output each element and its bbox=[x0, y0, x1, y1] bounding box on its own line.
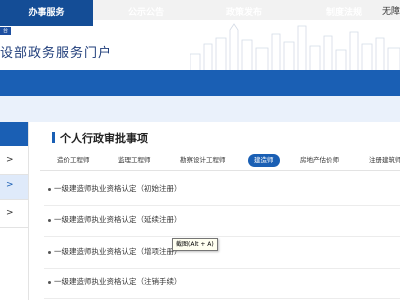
nav-item-announcements[interactable]: 公示公告 bbox=[100, 0, 192, 26]
city-skyline-illustration bbox=[190, 23, 400, 70]
tab-cost-engineer[interactable]: 造价工程师 bbox=[57, 154, 90, 167]
tab-constructor[interactable]: 建造师 bbox=[248, 154, 280, 167]
tab-supervision-engineer[interactable]: 监理工程师 bbox=[118, 154, 151, 167]
section-title: 个人行政审批事项 bbox=[60, 132, 148, 145]
nav-item-policy-release[interactable]: 政策发布 bbox=[198, 0, 290, 26]
screenshot-tooltip: 截图(Alt + A) bbox=[172, 238, 218, 251]
bullet-icon bbox=[48, 281, 51, 284]
tab-registered-architect[interactable]: 注册建筑师 bbox=[369, 154, 400, 167]
chevron-right-icon: > bbox=[6, 208, 14, 218]
sidebar-item-1[interactable]: > bbox=[0, 150, 28, 175]
sidebar-header bbox=[0, 122, 28, 146]
bullet-icon bbox=[48, 219, 51, 222]
section-marker bbox=[52, 132, 55, 143]
site-header: 台 设部政务服务门户 bbox=[0, 20, 400, 70]
bullet-icon bbox=[48, 251, 51, 254]
list-item[interactable]: 一级建造师执业资格认定（初始注册） bbox=[44, 177, 400, 206]
chevron-right-icon: > bbox=[6, 155, 14, 165]
chevron-right-icon: > bbox=[6, 180, 14, 190]
bullet-icon bbox=[48, 188, 51, 191]
nav-item-regulations[interactable]: 制度法规 bbox=[298, 0, 390, 26]
tab-survey-design-engineer[interactable]: 勘察设计工程师 bbox=[180, 154, 226, 167]
tab-real-estate-appraiser[interactable]: 房地产估价师 bbox=[300, 154, 339, 167]
logo-badge: 台 bbox=[0, 27, 11, 35]
list-item[interactable]: 一级建造师执业资格认定（延续注册） bbox=[44, 208, 400, 237]
list-item[interactable]: 一级建造师执业资格认定（增项注册） bbox=[44, 240, 400, 269]
nav-item-services[interactable]: 办事服务 bbox=[0, 0, 93, 26]
sidebar-item-3[interactable]: > bbox=[0, 203, 28, 228]
list-item[interactable]: 一级建造师执业资格认定（注销手续） bbox=[44, 270, 400, 299]
main-nav-bar bbox=[0, 70, 400, 96]
portal-title: 设部政务服务门户 bbox=[0, 46, 113, 61]
sidebar-item-2[interactable]: > bbox=[0, 175, 28, 200]
content-band bbox=[0, 96, 400, 122]
